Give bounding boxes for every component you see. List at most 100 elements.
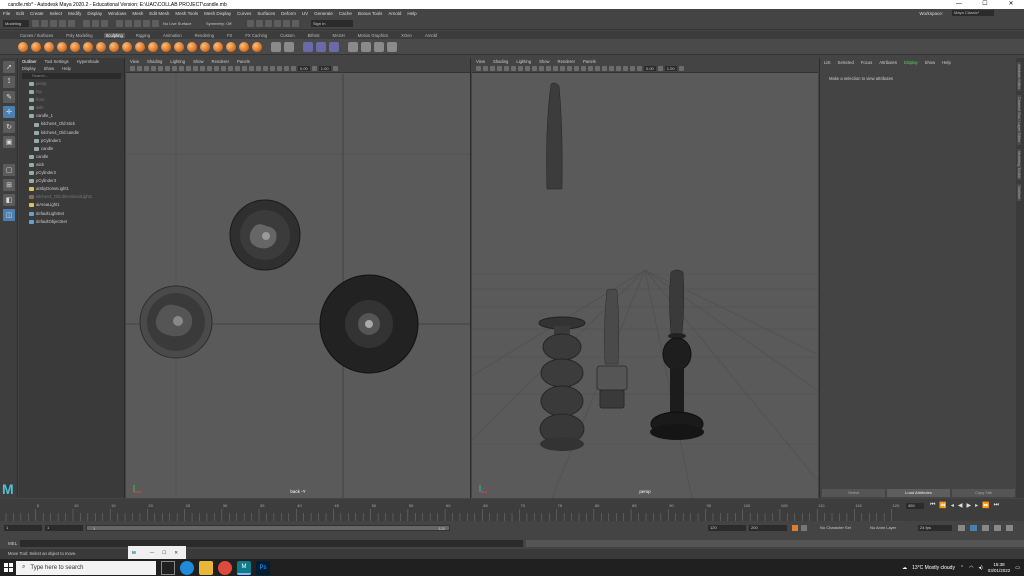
outliner-item[interactable]: pCylinder1 [29,137,124,145]
shelf-tab-motion-graphics[interactable]: Motion Graphics [356,33,391,38]
candle-top-view-large[interactable] [319,274,419,374]
outliner-item[interactable]: pCylinder2 [29,169,124,177]
select-tool-icon[interactable]: ➚ [3,61,15,73]
live-surface-label[interactable]: No Live Surface [161,20,201,27]
task-view-icon[interactable] [161,560,175,575]
popup-close-icon[interactable]: ✕ [174,550,178,556]
preferences-icon[interactable] [1006,525,1013,531]
shelf-tab-arnold[interactable]: Arnold [423,33,439,38]
outliner-item[interactable]: kitchen4_Old:directionalLight1 [29,193,124,201]
bulge-tool-icon[interactable] [213,41,223,52]
render-icon[interactable] [256,20,263,27]
spray-tool-icon[interactable] [109,41,119,52]
smear-tool-icon[interactable] [200,41,210,52]
maximize-button[interactable]: ☐ [972,0,998,9]
outliner-item[interactable]: aiAreaLight1 [29,201,124,209]
viewport-persp[interactable]: View Shading Lighting Show Renderer Pane… [472,58,818,498]
exposure-icon[interactable] [291,65,296,71]
menu-mesh-display[interactable]: Mesh Display [204,11,231,16]
gate-mask-icon[interactable] [179,65,184,71]
pause-icon[interactable] [292,20,299,27]
photoshop-icon[interactable]: Ps [256,560,270,575]
command-input[interactable] [20,539,524,547]
move-tool-icon[interactable]: ✛ [3,106,15,118]
vp-menu-panels[interactable]: Panels [237,59,250,64]
range-bar[interactable]: 1 120 [86,525,450,531]
single-perspective-layout-icon[interactable]: ▢ [3,164,15,176]
notification-icon[interactable]: ▭ [1015,565,1020,571]
gate-mask-icon[interactable] [525,65,530,71]
popup-maximize-icon[interactable]: ☐ [162,550,166,556]
menu-display[interactable]: Display [87,11,102,16]
attr-tab-focus[interactable]: Focus [861,60,872,65]
loop-icon[interactable] [958,525,965,531]
resolution-gate-icon[interactable] [518,65,523,71]
smooth-shade-icon[interactable] [207,65,212,71]
falloff-icon[interactable] [374,41,384,52]
pinch-tool-icon[interactable] [70,41,80,52]
time-slider-ticks[interactable]: 5 10 15 20 25 30 35 40 45 50 55 60 65 70 75 80 85 90 95 100… [0,499,905,521]
film-gate-icon[interactable] [511,65,516,71]
go-to-end-icon[interactable]: ⏭ [994,502,999,509]
gamma-icon[interactable] [657,65,663,71]
attr-tab-display[interactable]: Display [904,60,918,65]
camera-lock-icon[interactable] [483,65,488,71]
floating-window[interactable]: M — ☐ ✕ [128,546,186,559]
menu-file[interactable]: File [3,11,10,16]
render-settings-icon[interactable] [274,20,281,27]
bookmark-icon[interactable] [144,65,149,71]
candle-top-view-small[interactable] [229,199,301,271]
history-icon[interactable] [247,20,254,27]
select-hierarchy-icon[interactable] [83,20,90,27]
new-scene-icon[interactable] [32,20,39,27]
freeze-tool-icon[interactable] [239,41,249,52]
blend-shape-icon[interactable] [316,41,326,52]
playback-end-field[interactable]: 120 [708,525,746,531]
exposure-icon[interactable] [637,65,642,71]
menu-create[interactable]: Create [30,11,44,16]
motion-blur-icon[interactable] [588,65,593,71]
volume-icon[interactable]: ◂) [979,565,983,571]
camera-lock-icon[interactable] [137,65,142,71]
film-gate-icon[interactable] [165,65,170,71]
symmetry-label[interactable]: Symmetry: Off [204,20,244,27]
attr-tab-list[interactable]: List [824,60,831,65]
stamp-icon[interactable] [361,41,371,52]
anim-layer-dropdown[interactable]: No Anim Layer [870,525,896,531]
vp-menu-shading[interactable]: Shading [147,59,162,64]
play-forwards-icon[interactable]: ▶ [967,502,972,509]
fps-dropdown[interactable]: 24 fps [918,525,952,531]
save-scene-icon[interactable] [50,20,57,27]
shelf-tab-animation[interactable]: Animation [161,33,184,38]
load-attributes-button[interactable]: Load Attributes [887,489,950,497]
outliner-item[interactable]: front [29,96,124,104]
shape-editor-icon[interactable] [329,41,339,52]
invert-freeze-icon[interactable] [284,41,294,52]
audio-icon[interactable] [970,525,977,531]
outliner-search-input[interactable]: Search... [22,73,121,79]
outliner-item[interactable]: candle [29,153,124,161]
lights-icon[interactable] [221,65,226,71]
two-panel-layout-icon[interactable]: ◫ [3,209,15,221]
workspace-dropdown[interactable]: Maya Classic* [952,10,994,16]
character-set-dropdown[interactable]: No Character Set [820,525,851,531]
select-object-icon[interactable] [92,20,99,27]
viewport-back[interactable]: View Shading Lighting Show Renderer Pane… [126,58,471,498]
vp-menu-lighting[interactable]: Lighting [170,59,185,64]
menu-edit[interactable]: Edit [16,11,24,16]
animation-start-field[interactable]: 1 [4,525,42,531]
shelf-tab-xgen[interactable]: XGen [399,33,414,38]
tab-hypershade[interactable]: Hypershade [77,59,100,64]
vp-menu-lighting[interactable]: Lighting [516,59,531,64]
menu-modify[interactable]: Modify [68,11,81,16]
start-button[interactable] [0,559,16,576]
select-component-icon[interactable] [101,20,108,27]
near-clip-field[interactable]: 0.00 [298,65,310,71]
gamma-icon[interactable] [311,65,317,71]
menu-surfaces[interactable]: Surfaces [257,11,275,16]
rotate-tool-icon[interactable]: ↻ [3,121,15,133]
ao-icon[interactable] [235,65,240,71]
mel-label[interactable]: MEL [8,541,17,546]
outliner-item[interactable]: pCylinder3 [29,177,124,185]
xray-active-icon[interactable] [630,65,635,71]
